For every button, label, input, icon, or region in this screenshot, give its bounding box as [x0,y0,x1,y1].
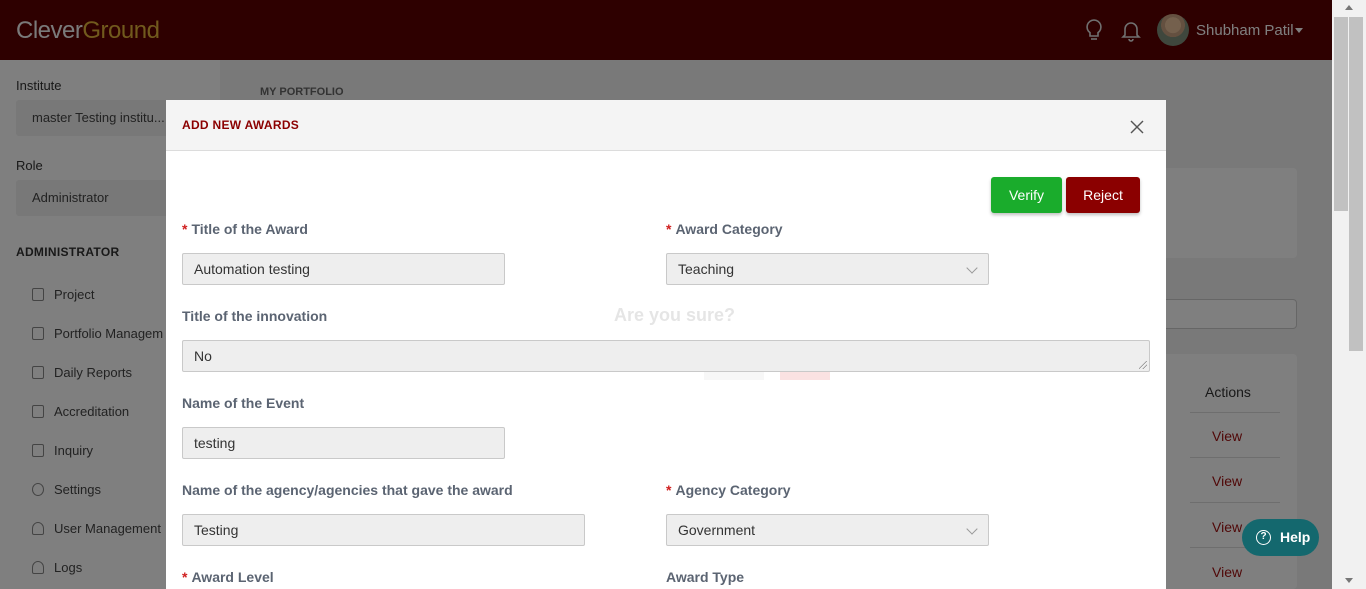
select-value: Government [678,522,756,538]
event-name-input[interactable]: testing [182,427,505,459]
agency-name-input[interactable]: Testing [182,514,585,546]
chevron-down-icon [966,523,978,535]
required-marker: * [666,221,672,237]
modal-header: ADD NEW AWARDS [166,100,1166,151]
add-awards-modal: ADD NEW AWARDS Are you sure? Verify Reje… [166,100,1166,589]
field-label-text: Award Level [191,569,274,585]
help-label: Help [1280,529,1311,545]
required-marker: * [182,221,188,237]
field-label-text: Title of the Award [191,221,308,237]
award-title-input[interactable]: Automation testing [182,253,505,285]
scroll-down-arrow-icon[interactable] [1345,578,1353,583]
agency-category-label: * Agency Category [666,482,791,498]
textarea-value: No [194,348,212,364]
select-value: Teaching [678,261,735,277]
innovation-label: Title of the innovation [182,308,328,324]
award-category-select[interactable]: Teaching [666,253,989,285]
verify-button[interactable]: Verify [991,177,1062,213]
overlay-scrollbar-thumb[interactable] [1334,17,1348,211]
award-type-label: Award Type [666,569,745,585]
innovation-textarea[interactable]: No [182,340,1150,372]
scroll-up-arrow-icon[interactable] [1345,5,1353,10]
agency-name-label: Name of the agency/agencies that gave th… [182,482,513,498]
reject-button[interactable]: Reject [1066,177,1140,213]
resize-handle-icon[interactable] [1139,361,1147,369]
field-label-text: Agency Category [675,482,791,498]
question-circle-icon: ? [1256,530,1271,545]
event-name-label: Name of the Event [182,395,305,411]
chevron-down-icon [966,262,978,274]
modal-title: ADD NEW AWARDS [182,118,300,132]
field-label-text: Award Category [675,221,783,237]
confirm-dialog-text: Are you sure? [614,305,736,325]
help-button[interactable]: ? Help [1242,519,1319,556]
required-marker: * [182,569,188,585]
close-icon[interactable] [1128,118,1146,136]
page-scrollbar-thumb[interactable] [1349,17,1363,351]
required-marker: * [666,482,672,498]
award-title-label: * Title of the Award [182,221,308,237]
award-category-label: * Award Category [666,221,783,237]
award-level-label: * Award Level [182,569,274,585]
agency-category-select[interactable]: Government [666,514,989,546]
